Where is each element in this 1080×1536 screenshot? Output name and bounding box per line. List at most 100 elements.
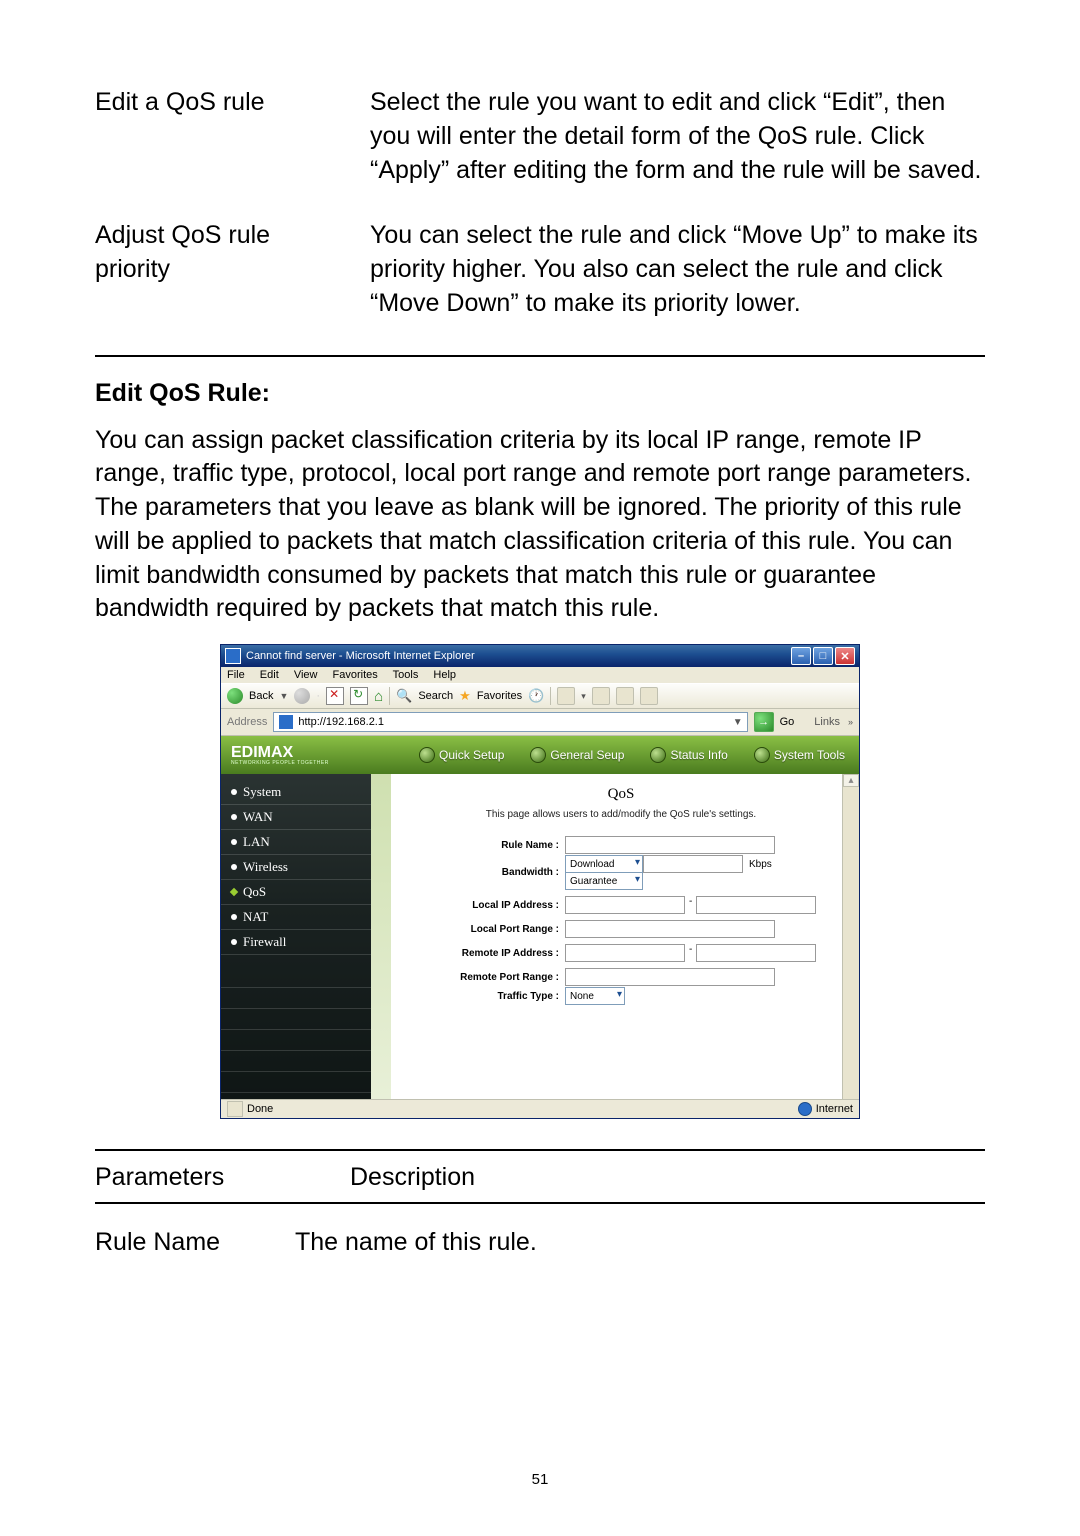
sidebar-item-qos[interactable]: QoS (221, 880, 371, 905)
header-parameters: Parameters (95, 1163, 350, 1192)
sidebar-item-wireless[interactable]: Wireless (221, 855, 371, 880)
desc-edit-qos: Select the rule you want to edit and cli… (370, 80, 985, 213)
page-description: This page allows users to add/modify the… (409, 809, 833, 820)
search-icon[interactable]: 🔍 (396, 688, 412, 704)
sidebar-item-system[interactable]: System (221, 780, 371, 805)
toolbar-misc-icon[interactable] (557, 687, 575, 705)
url-input[interactable]: http://192.168.2.1 ▼ (273, 712, 747, 732)
maximize-button[interactable]: □ (813, 647, 833, 665)
nav-icon (530, 747, 546, 763)
input-local-port[interactable] (565, 920, 775, 938)
url-text: http://192.168.2.1 (298, 716, 384, 728)
close-button[interactable]: ✕ (835, 647, 855, 665)
label-local-ip: Local IP Address : (409, 900, 565, 911)
zone-text: Internet (816, 1103, 853, 1115)
favorites-icon[interactable]: ★ (459, 688, 471, 704)
status-text: Done (247, 1103, 273, 1115)
input-remote-ip-from[interactable] (565, 944, 685, 962)
input-local-ip-from[interactable] (565, 896, 685, 914)
refresh-icon[interactable] (350, 687, 368, 705)
sidebar: System WAN LAN Wireless QoS NAT Firewall (221, 774, 391, 1099)
divider (95, 355, 985, 357)
window-titlebar: Cannot find server - Microsoft Internet … (221, 645, 859, 667)
page-icon (278, 714, 294, 730)
sidebar-item-wan[interactable]: WAN (221, 805, 371, 830)
toolbar: Back▼ · ⌂ 🔍 Search ★ Favorites 🕐 ▾ (221, 683, 859, 709)
links-label[interactable]: Links (814, 716, 840, 728)
status-bar: Done Internet (221, 1099, 859, 1118)
nav-icon (754, 747, 770, 763)
back-icon[interactable] (227, 688, 243, 704)
input-remote-port[interactable] (565, 968, 775, 986)
router-banner: EDIMAX NETWORKING PEOPLE TOGETHER Quick … (221, 736, 859, 774)
menu-tools[interactable]: Tools (393, 669, 419, 681)
dash: - (685, 896, 696, 914)
nav-quick-setup[interactable]: Quick Setup (419, 747, 504, 763)
page-title: QoS (409, 786, 833, 803)
nav-general-setup[interactable]: General Seup (530, 747, 624, 763)
label-remote-port: Remote Port Range : (409, 972, 565, 983)
nav-system-tools[interactable]: System Tools (754, 747, 845, 763)
term-edit-qos: Edit a QoS rule (95, 80, 370, 213)
menubar: File Edit View Favorites Tools Help (221, 667, 859, 683)
header-description: Description (350, 1163, 475, 1192)
desc-rule-name: The name of this rule. (295, 1228, 537, 1257)
minimize-button[interactable]: – (791, 647, 811, 665)
favorites-label[interactable]: Favorites (477, 690, 522, 702)
sidebar-item-lan[interactable]: LAN (221, 830, 371, 855)
select-traffic-type[interactable]: None (565, 987, 625, 1005)
back-label[interactable]: Back (249, 690, 273, 702)
page-number: 51 (0, 1471, 1080, 1488)
definitions-table-1: Edit a QoS rule Select the rule you want… (95, 80, 985, 347)
dash: - (685, 944, 696, 962)
sidebar-item-nat[interactable]: NAT (221, 905, 371, 930)
table-header: Parameters Description (95, 1159, 985, 1202)
status-icon (227, 1101, 243, 1117)
input-local-ip-to[interactable] (696, 896, 816, 914)
search-label[interactable]: Search (418, 690, 453, 702)
address-bar: Address http://192.168.2.1 ▼ → Go Links … (221, 709, 859, 736)
sidebar-item-firewall[interactable]: Firewall (221, 930, 371, 955)
menu-edit[interactable]: Edit (260, 669, 279, 681)
toolbar-misc-icon[interactable] (640, 687, 658, 705)
desc-adjust-priority: You can select the rule and click “Move … (370, 213, 985, 346)
stop-icon[interactable] (326, 687, 344, 705)
window-title: Cannot find server - Microsoft Internet … (246, 650, 791, 662)
history-icon[interactable]: 🕐 (528, 688, 544, 704)
chevron-down-icon[interactable]: ▼ (733, 717, 743, 728)
toolbar-misc-icon[interactable] (592, 687, 610, 705)
scrollbar[interactable] (842, 774, 859, 1099)
menu-view[interactable]: View (294, 669, 318, 681)
go-button[interactable]: → (754, 712, 774, 732)
globe-icon (798, 1102, 812, 1116)
menu-favorites[interactable]: Favorites (333, 669, 378, 681)
address-label: Address (227, 716, 267, 728)
content-pane: QoS This page allows users to add/modify… (391, 774, 859, 1099)
nav-icon (650, 747, 666, 763)
divider (95, 1149, 985, 1151)
label-local-port: Local Port Range : (409, 924, 565, 935)
section-title: Edit QoS Rule: (95, 379, 985, 408)
ie-window: Cannot find server - Microsoft Internet … (220, 644, 860, 1119)
label-kbps: Kbps (743, 859, 772, 870)
forward-icon[interactable] (294, 688, 310, 704)
term-rule-name: Rule Name (95, 1228, 295, 1257)
screenshot: Cannot find server - Microsoft Internet … (95, 644, 985, 1119)
menu-file[interactable]: File (227, 669, 245, 681)
label-traffic-type: Traffic Type : (409, 991, 565, 1002)
go-label: Go (780, 716, 795, 728)
ie-icon (225, 648, 241, 664)
label-bandwidth: Bandwidth : (409, 867, 565, 878)
input-remote-ip-to[interactable] (696, 944, 816, 962)
nav-icon (419, 747, 435, 763)
input-rule-name[interactable] (565, 836, 775, 854)
select-bandwidth-mode[interactable]: Guarantee (565, 872, 643, 890)
nav-status-info[interactable]: Status Info (650, 747, 727, 763)
label-rule-name: Rule Name : (409, 840, 565, 851)
home-icon[interactable]: ⌂ (374, 689, 383, 704)
toolbar-misc-icon[interactable] (616, 687, 634, 705)
brand-tagline: NETWORKING PEOPLE TOGETHER (231, 760, 391, 766)
menu-help[interactable]: Help (433, 669, 456, 681)
select-bandwidth-direction[interactable]: Download (565, 855, 643, 873)
input-bandwidth-value[interactable] (643, 855, 743, 873)
